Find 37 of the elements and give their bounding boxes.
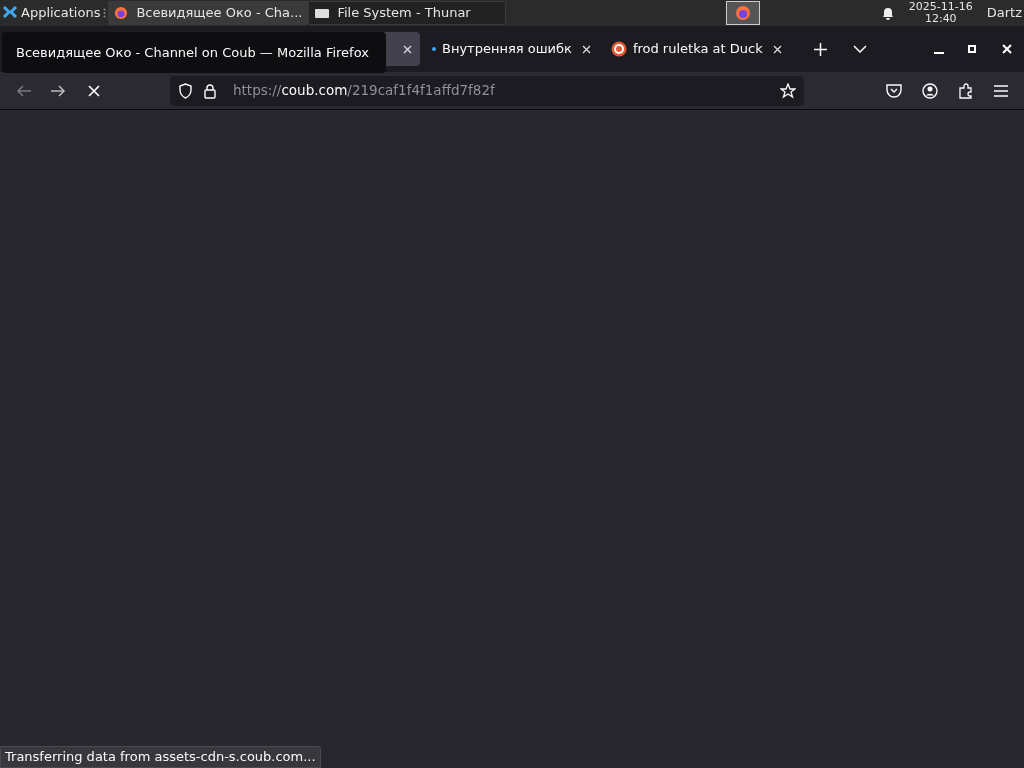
xfce-logo-icon bbox=[2, 5, 18, 21]
duck-icon bbox=[610, 41, 627, 57]
clock[interactable]: 2025-11-16 12:40 bbox=[908, 1, 973, 25]
drive-icon bbox=[315, 7, 330, 19]
firefox-icon bbox=[735, 5, 752, 21]
lock-icon[interactable] bbox=[203, 82, 217, 99]
extensions-puzzle-icon[interactable] bbox=[958, 82, 974, 99]
applications-menu[interactable]: Applications bbox=[21, 3, 101, 23]
browser-tab[interactable]: Внутренняя ошибк bbox=[424, 32, 599, 66]
dot-icon bbox=[432, 47, 436, 51]
forward-arrow-icon[interactable] bbox=[50, 83, 66, 98]
close-tab-icon[interactable] bbox=[772, 44, 782, 54]
taskbar-window-button[interactable]: File System - Thunar bbox=[308, 1, 507, 25]
browser-tab[interactable]: frod ruletka at Duck bbox=[602, 32, 790, 66]
close-tab-icon[interactable] bbox=[403, 44, 412, 54]
url-text: https://coub.com/219caf1f4f1affd7f82f bbox=[233, 81, 495, 101]
tooltip: Всевидящее Око - Channel on Coub — Mozilla Firefox bbox=[2, 32, 386, 73]
status-text: Transferring data from assets-cdn-s.coub.com... bbox=[0, 746, 321, 768]
firefox-launcher[interactable] bbox=[726, 1, 761, 25]
account-icon[interactable] bbox=[922, 82, 938, 99]
taskbar-window-button[interactable]: Всевидящее Око - Cha... bbox=[108, 1, 309, 25]
back-arrow-icon[interactable] bbox=[16, 83, 32, 98]
tab-list-chevron-icon[interactable] bbox=[852, 45, 867, 53]
pocket-icon[interactable] bbox=[886, 83, 902, 98]
address-bar[interactable]: https://coub.com/219caf1f4f1affd7f82f bbox=[170, 75, 804, 106]
stop-loading-icon[interactable] bbox=[88, 84, 100, 97]
close-icon[interactable] bbox=[1002, 44, 1012, 54]
menu-icon[interactable] bbox=[994, 84, 1008, 97]
maximize-icon[interactable] bbox=[968, 45, 976, 53]
separator-handle bbox=[103, 8, 107, 18]
bookmark-star-icon[interactable] bbox=[780, 82, 796, 99]
user-name[interactable]: Dartz bbox=[986, 3, 1022, 23]
new-tab-plus-icon[interactable] bbox=[813, 42, 827, 56]
firefox-icon bbox=[114, 5, 129, 21]
close-tab-icon[interactable] bbox=[581, 44, 591, 54]
shield-icon[interactable] bbox=[178, 82, 193, 99]
bell-icon[interactable] bbox=[880, 5, 895, 21]
